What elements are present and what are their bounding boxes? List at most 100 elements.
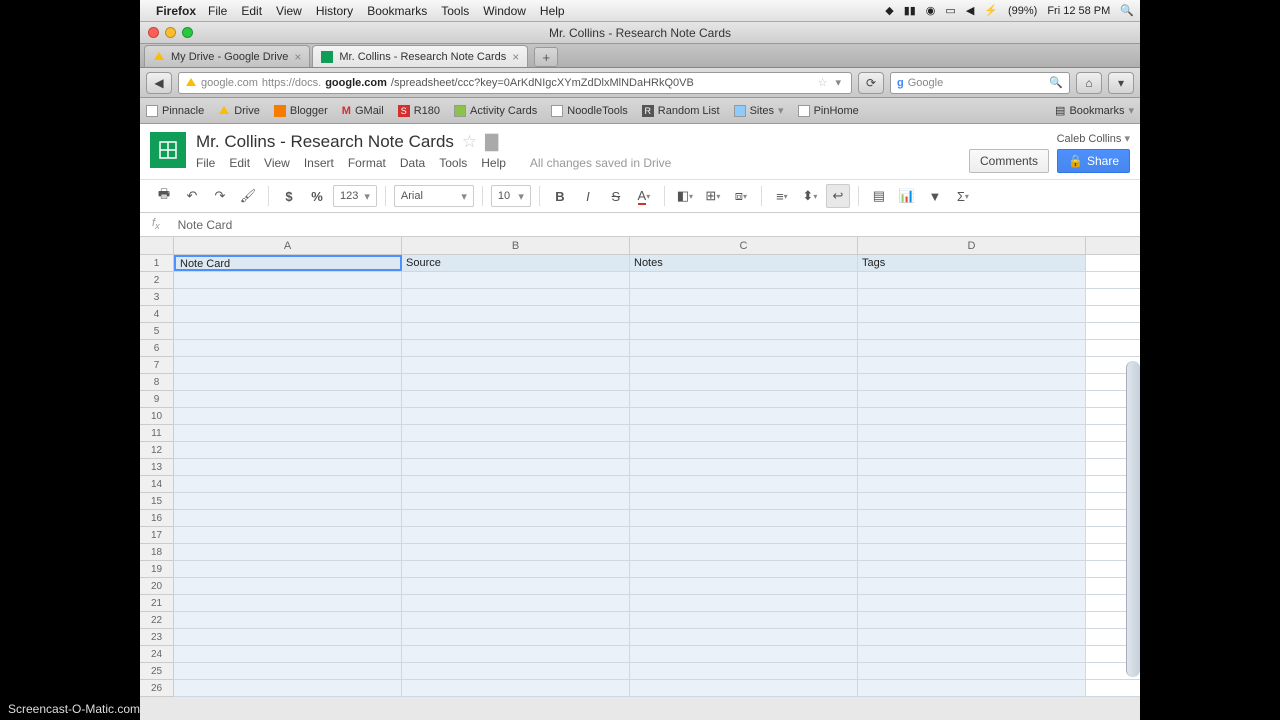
column-header-b[interactable]: B xyxy=(402,237,630,254)
bookmarks-menu[interactable]: ▤Bookmarks▾ xyxy=(1055,104,1134,117)
cell-A8[interactable] xyxy=(174,374,402,390)
menu-file[interactable]: File xyxy=(208,4,227,18)
cell-D5[interactable] xyxy=(858,323,1086,339)
text-color-button[interactable]: A▾ xyxy=(632,184,656,208)
cell-A4[interactable] xyxy=(174,306,402,322)
cell-D3[interactable] xyxy=(858,289,1086,305)
select-all-corner[interactable] xyxy=(140,237,174,255)
row-header[interactable]: 14 xyxy=(140,476,173,493)
cell-D18[interactable] xyxy=(858,544,1086,560)
cell-A9[interactable] xyxy=(174,391,402,407)
cell-A13[interactable] xyxy=(174,459,402,475)
cell-B11[interactable] xyxy=(402,425,630,441)
font-select[interactable]: Arial▾ xyxy=(394,185,474,207)
cell-C4[interactable] xyxy=(630,306,858,322)
cell-C25[interactable] xyxy=(630,663,858,679)
cell-A2[interactable] xyxy=(174,272,402,288)
redo-button[interactable]: ↷ xyxy=(208,184,232,208)
cell-D21[interactable] xyxy=(858,595,1086,611)
italic-button[interactable]: I xyxy=(576,184,600,208)
menu-tools[interactable]: Tools xyxy=(441,4,469,18)
cell-B16[interactable] xyxy=(402,510,630,526)
cell-C10[interactable] xyxy=(630,408,858,424)
cell-D25[interactable] xyxy=(858,663,1086,679)
cell-D22[interactable] xyxy=(858,612,1086,628)
cell-B4[interactable] xyxy=(402,306,630,322)
row-header[interactable]: 16 xyxy=(140,510,173,527)
folder-icon[interactable]: ▇ xyxy=(485,132,498,152)
row-header[interactable]: 19 xyxy=(140,561,173,578)
row-header[interactable]: 15 xyxy=(140,493,173,510)
browser-tab-sheets[interactable]: Mr. Collins - Research Note Cards × xyxy=(312,45,528,67)
halign-button[interactable]: ≡▾ xyxy=(770,184,794,208)
print-button[interactable]: 🖶 xyxy=(152,184,176,208)
close-tab-icon[interactable]: × xyxy=(294,50,301,64)
insert-comment-button[interactable]: ▤ xyxy=(867,184,891,208)
cell-C7[interactable] xyxy=(630,357,858,373)
filter-button[interactable]: ▼ xyxy=(923,184,947,208)
cell-A12[interactable] xyxy=(174,442,402,458)
cell-C6[interactable] xyxy=(630,340,858,356)
share-button[interactable]: 🔒Share xyxy=(1057,149,1130,173)
cell-A7[interactable] xyxy=(174,357,402,373)
bookmark-r180[interactable]: SR180 xyxy=(398,105,440,117)
bookmark-noodletools[interactable]: NoodleTools xyxy=(551,105,628,117)
cell-C23[interactable] xyxy=(630,629,858,645)
bookmark-drive[interactable]: Drive xyxy=(218,105,260,117)
percent-button[interactable]: % xyxy=(305,184,329,208)
row-header[interactable]: 10 xyxy=(140,408,173,425)
back-button[interactable]: ◀ xyxy=(146,72,172,94)
cell-D8[interactable] xyxy=(858,374,1086,390)
docmenu-insert[interactable]: Insert xyxy=(304,156,334,170)
cell-C19[interactable] xyxy=(630,561,858,577)
cell-C21[interactable] xyxy=(630,595,858,611)
cell-C20[interactable] xyxy=(630,578,858,594)
cell-D11[interactable] xyxy=(858,425,1086,441)
strikethrough-button[interactable]: S xyxy=(604,184,628,208)
search-go-icon[interactable]: 🔍 xyxy=(1049,76,1063,89)
cell-C18[interactable] xyxy=(630,544,858,560)
cell-D14[interactable] xyxy=(858,476,1086,492)
vertical-scrollbar[interactable] xyxy=(1126,361,1140,677)
cell-A10[interactable] xyxy=(174,408,402,424)
row-header[interactable]: 25 xyxy=(140,663,173,680)
cell-A19[interactable] xyxy=(174,561,402,577)
docmenu-edit[interactable]: Edit xyxy=(229,156,250,170)
cell-C5[interactable] xyxy=(630,323,858,339)
search-field[interactable]: g Google 🔍 xyxy=(890,72,1070,94)
cell-A6[interactable] xyxy=(174,340,402,356)
close-tab-icon[interactable]: × xyxy=(512,50,519,64)
bookmark-pinhome[interactable]: PinHome xyxy=(798,105,859,117)
row-header[interactable]: 12 xyxy=(140,442,173,459)
docmenu-data[interactable]: Data xyxy=(400,156,425,170)
cell-B2[interactable] xyxy=(402,272,630,288)
cell-C8[interactable] xyxy=(630,374,858,390)
cell-A11[interactable] xyxy=(174,425,402,441)
row-header[interactable]: 1 xyxy=(140,255,173,272)
bookmark-random-list[interactable]: RRandom List xyxy=(642,105,720,117)
row-header[interactable]: 13 xyxy=(140,459,173,476)
sync-icon[interactable]: ◆ xyxy=(885,4,893,17)
cell-A17[interactable] xyxy=(174,527,402,543)
dropdown-icon[interactable]: ▾ xyxy=(835,76,841,89)
cell-C26[interactable] xyxy=(630,680,858,696)
cell-B24[interactable] xyxy=(402,646,630,662)
volume-icon[interactable]: ◀ xyxy=(966,4,974,17)
row-header[interactable]: 17 xyxy=(140,527,173,544)
cell-B23[interactable] xyxy=(402,629,630,645)
cell-D19[interactable] xyxy=(858,561,1086,577)
browser-tab-drive[interactable]: My Drive - Google Drive × xyxy=(144,45,310,67)
bookmark-gmail[interactable]: MGMail xyxy=(342,105,384,117)
number-format-select[interactable]: 123▾ xyxy=(333,185,377,207)
bookmark-star-icon[interactable]: ☆ xyxy=(818,76,828,89)
cell-D13[interactable] xyxy=(858,459,1086,475)
comments-button[interactable]: Comments xyxy=(969,149,1049,173)
row-header[interactable]: 6 xyxy=(140,340,173,357)
cell-D20[interactable] xyxy=(858,578,1086,594)
cell-A23[interactable] xyxy=(174,629,402,645)
cell-A3[interactable] xyxy=(174,289,402,305)
cell-D15[interactable] xyxy=(858,493,1086,509)
cell-B19[interactable] xyxy=(402,561,630,577)
cell-D7[interactable] xyxy=(858,357,1086,373)
row-header[interactable]: 4 xyxy=(140,306,173,323)
